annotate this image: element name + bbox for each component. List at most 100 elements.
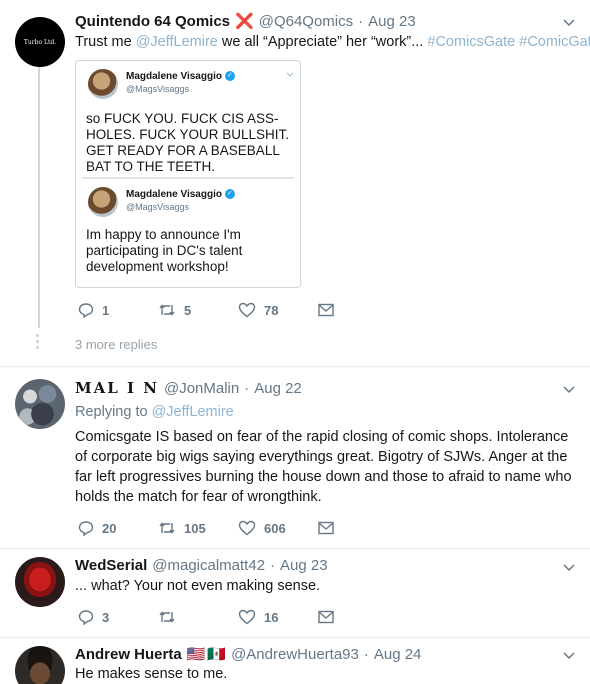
tweet-date[interactable]: Aug 23 — [280, 557, 328, 574]
tweet-actions: 3 16 — [78, 609, 342, 625]
tweet-text-prefix: Trust me — [75, 34, 136, 50]
reply-icon — [78, 521, 94, 536]
tweet-date[interactable]: Aug 22 — [254, 380, 302, 397]
quoted-author-name: Magdalene Visaggio ✓ — [126, 71, 235, 82]
author-handle[interactable]: @magicalmatt42 — [152, 557, 265, 574]
quoted-handle: @MagsVisaggs — [126, 202, 189, 212]
us-flag-icon: 🇺🇸 — [186, 646, 206, 663]
tweet-text: Trust me @JeffLemire we all “Appreciate”… — [75, 32, 590, 52]
like-count: 16 — [264, 609, 279, 625]
envelope-icon — [318, 610, 334, 624]
chevron-down-icon[interactable] — [562, 649, 576, 663]
chevron-down-icon[interactable] — [562, 561, 576, 575]
avatar[interactable] — [15, 646, 65, 684]
tweet-header: WedSerial @magicalmatt42 · Aug 23 — [75, 557, 328, 574]
verified-icon: ✓ — [224, 189, 235, 200]
author-name[interactable]: WedSerial — [75, 557, 147, 574]
author-name[interactable]: MAL I N — [75, 379, 159, 397]
attached-image[interactable]: Magdalene Visaggio ✓ @MagsVisaggs so FUCK… — [75, 60, 301, 288]
tweet-text: He makes sense to me. — [75, 666, 228, 682]
heart-icon — [238, 302, 256, 318]
meta-separator: · — [358, 12, 364, 30]
retweet-button[interactable]: 5 — [158, 302, 238, 318]
replying-prefix: Replying to — [75, 404, 152, 420]
direct-message-button[interactable] — [318, 303, 342, 317]
divider — [0, 366, 590, 367]
avatar[interactable] — [15, 379, 65, 429]
more-replies-link[interactable]: 3 more replies — [75, 337, 157, 352]
thread-dot — [36, 334, 39, 337]
retweet-button[interactable] — [158, 609, 238, 625]
quoted-avatar — [88, 69, 118, 99]
meta-separator: · — [270, 557, 276, 574]
avatar-logo-text: Turbo Ltd. — [23, 38, 57, 46]
retweet-icon — [159, 522, 175, 534]
reply-count: 20 — [102, 520, 117, 536]
direct-message-button[interactable] — [318, 521, 342, 535]
hashtag-link[interactable]: #ComicsGate — [427, 34, 515, 50]
divider — [0, 548, 590, 549]
reply-button[interactable]: 1 — [78, 302, 158, 318]
like-button[interactable]: 16 — [238, 609, 318, 625]
reply-button[interactable]: 20 — [78, 520, 158, 536]
mention-link[interactable]: @JeffLemire — [136, 34, 218, 50]
hashtag-link[interactable]: #ComicGate — [519, 34, 590, 50]
quoted-name-text: Magdalene Visaggio — [126, 189, 222, 200]
replying-to: Replying to @JeffLemire — [75, 402, 234, 422]
retweet-icon — [159, 304, 175, 316]
quoted-separator — [82, 177, 294, 179]
thread-dots — [36, 334, 40, 352]
tweet-date[interactable]: Aug 24 — [374, 646, 422, 663]
author-name[interactable]: Andrew Huerta — [75, 646, 182, 663]
divider — [0, 637, 590, 638]
cross-badge-icon: ❌ — [235, 13, 254, 30]
quoted-text: Im happy to announce I'm participating i… — [86, 227, 243, 274]
like-count: 78 — [264, 302, 279, 318]
quoted-avatar — [88, 187, 118, 217]
chevron-down-icon[interactable] — [562, 383, 576, 397]
author-handle[interactable]: @AndrewHuerta93 — [231, 646, 359, 663]
mention-link[interactable]: @JeffLemire — [152, 404, 234, 420]
retweet-count: 105 — [184, 520, 206, 536]
tweet-header: Andrew Huerta 🇺🇸 🇲🇽 @AndrewHuerta93 · Au… — [75, 645, 422, 664]
chevron-down-icon[interactable] — [562, 16, 576, 30]
chevron-down-icon — [286, 72, 294, 77]
tweet-actions: 20 105 606 — [78, 520, 342, 536]
avatar[interactable] — [15, 557, 65, 607]
author-handle[interactable]: @Q64Qomics — [259, 13, 353, 30]
retweet-icon — [159, 611, 175, 623]
quoted-text: so FUCK YOU. FUCK CIS ASS-HOLES. FUCK YO… — [86, 111, 290, 174]
tweet-header: MAL I N @JonMalin · Aug 22 — [75, 379, 302, 397]
envelope-icon — [318, 303, 334, 317]
verified-icon: ✓ — [224, 71, 235, 82]
avatar[interactable]: Turbo Ltd. — [15, 17, 65, 67]
like-count: 606 — [264, 520, 286, 536]
mexico-flag-icon: 🇲🇽 — [207, 646, 227, 663]
thread-dot — [36, 346, 39, 349]
thread-line — [38, 66, 40, 328]
heart-icon — [238, 520, 256, 536]
meta-separator: · — [244, 379, 250, 397]
retweet-button[interactable]: 105 — [158, 520, 238, 536]
author-handle[interactable]: @JonMalin — [164, 380, 239, 397]
tweet-header: Quintendo 64 Qomics ❌ @Q64Qomics · Aug 2… — [75, 12, 416, 31]
reply-count: 1 — [102, 302, 110, 318]
tweet-text: ... what? Your not even making sense. — [75, 578, 321, 594]
tweet-actions: 1 5 78 — [78, 302, 342, 318]
quoted-author-name: Magdalene Visaggio ✓ — [126, 189, 235, 200]
reply-icon — [78, 610, 94, 625]
thread-dot — [36, 340, 39, 343]
meta-separator: · — [363, 645, 369, 663]
like-button[interactable]: 78 — [238, 302, 318, 318]
author-name[interactable]: Quintendo 64 Qomics — [75, 13, 230, 30]
like-button[interactable]: 606 — [238, 520, 318, 536]
reply-count: 3 — [102, 609, 110, 625]
retweet-count: 5 — [184, 302, 192, 318]
quoted-name-text: Magdalene Visaggio — [126, 71, 222, 82]
heart-icon — [238, 609, 256, 625]
direct-message-button[interactable] — [318, 610, 342, 624]
tweet-text: Comicsgate IS based on fear of the rapid… — [75, 429, 572, 505]
quoted-handle: @MagsVisaggs — [126, 84, 189, 94]
tweet-date[interactable]: Aug 23 — [368, 13, 416, 30]
reply-button[interactable]: 3 — [78, 609, 158, 625]
